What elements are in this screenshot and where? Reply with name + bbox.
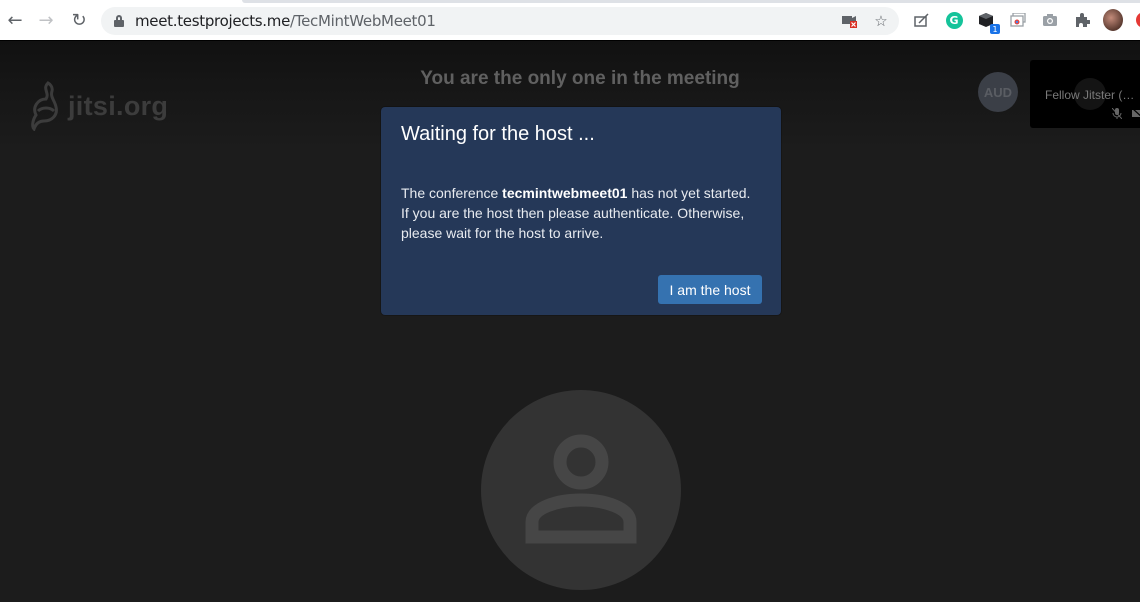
waiting-for-host-dialog: Waiting for the host ... The conference … bbox=[381, 107, 781, 315]
conference-name: tecmintwebmeet01 bbox=[502, 185, 628, 201]
reload-icon: ↻ bbox=[71, 9, 87, 31]
dialog-message: The conference tecmintwebmeet01 has not … bbox=[401, 185, 751, 241]
grammarly-icon[interactable]: G bbox=[944, 10, 964, 30]
tab-strip-edge bbox=[242, 0, 1140, 3]
arrow-left-icon: ← bbox=[7, 9, 23, 31]
edit-extension-icon[interactable] bbox=[912, 10, 932, 30]
default-user-icon bbox=[525, 434, 637, 544]
jitsi-logo-text: jitsi.org bbox=[68, 90, 169, 121]
camera-extension-icon[interactable] bbox=[1040, 10, 1060, 30]
remote-participant-avatar[interactable]: AUD bbox=[978, 72, 1018, 112]
lock-icon[interactable] bbox=[114, 15, 124, 27]
local-display-name: Fellow Jitster (… bbox=[1045, 88, 1135, 102]
url-path: /TecMintWebMeet01 bbox=[290, 12, 436, 30]
i-am-the-host-button[interactable]: I am the host bbox=[658, 275, 762, 304]
address-bar[interactable]: meet.testprojects.me/TecMintWebMeet01 ☆ bbox=[101, 7, 899, 35]
meeting-subject: You are the only one in the meeting bbox=[420, 68, 740, 89]
cast-extension-icon[interactable] bbox=[1008, 10, 1028, 30]
large-video-avatar bbox=[481, 390, 681, 590]
local-video-thumbnail[interactable]: Fellow Jitster (… bbox=[1030, 60, 1140, 128]
profile-avatar[interactable] bbox=[1103, 9, 1123, 31]
bookmark-star-icon[interactable]: ☆ bbox=[872, 12, 890, 30]
extension-badge: 1 bbox=[990, 24, 1000, 34]
chrome-menu-icon[interactable] bbox=[1136, 12, 1140, 28]
jitsi-meeting-page: jitsi.org You are the only one in the me… bbox=[0, 41, 1140, 602]
mic-muted-icon bbox=[1112, 108, 1122, 119]
browser-toolbar: ← → ↻ meet.testprojects.me/TecMintWebMee… bbox=[0, 0, 1140, 41]
reload-button[interactable]: ↻ bbox=[69, 9, 89, 31]
url-host: meet.testprojects.me bbox=[135, 12, 291, 30]
camera-blocked-icon[interactable] bbox=[841, 12, 859, 30]
cube-extension-icon[interactable]: 1 bbox=[976, 10, 1000, 34]
camera-off-icon bbox=[1132, 108, 1140, 117]
arrow-right-icon: → bbox=[38, 9, 54, 31]
back-button[interactable]: ← bbox=[5, 9, 25, 31]
dialog-title: Waiting for the host ... bbox=[401, 123, 595, 145]
forward-button[interactable]: → bbox=[36, 9, 56, 31]
url-text[interactable]: meet.testprojects.me/TecMintWebMeet01 bbox=[135, 12, 436, 30]
puzzle-extensions-icon[interactable] bbox=[1072, 10, 1092, 30]
